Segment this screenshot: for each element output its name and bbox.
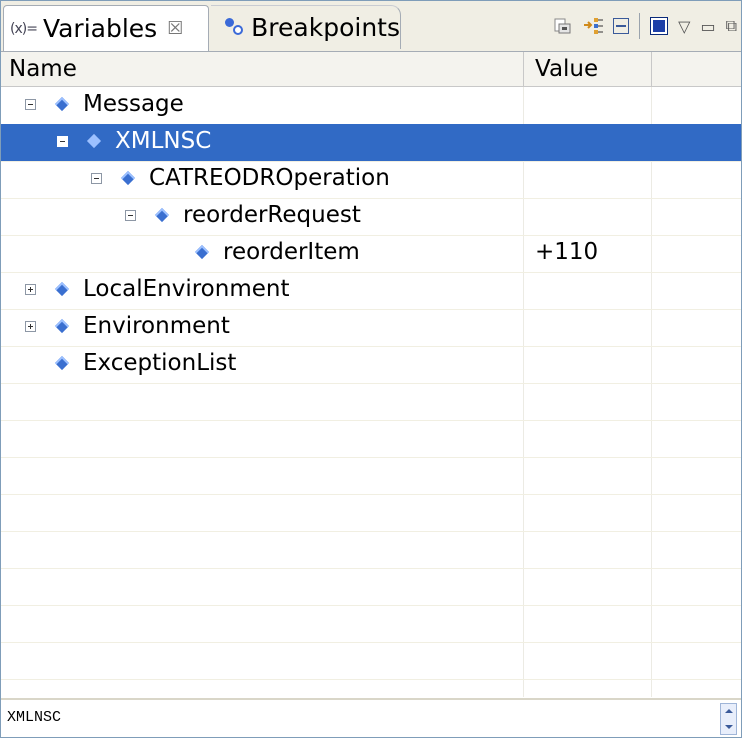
detail-text[interactable]: XMLNSC [7, 709, 61, 726]
variables-tree: Message XMLNSC CATREODROperation reorder… [1, 87, 741, 697]
breakpoints-icon [225, 17, 243, 38]
empty-row [1, 420, 741, 458]
view-menu-icon[interactable]: ▽ [678, 17, 690, 36]
column-value-header[interactable]: Value [535, 56, 598, 82]
empty-row [1, 383, 741, 421]
collapse-icon[interactable] [125, 210, 136, 221]
variable-node-icon [54, 281, 70, 297]
collapse-all-icon[interactable] [613, 18, 630, 34]
detail-scrollbar[interactable] [720, 703, 737, 735]
tree-row-environment[interactable]: Environment [1, 309, 741, 347]
empty-row [1, 605, 741, 643]
tree-row-message[interactable]: Message [1, 87, 741, 125]
variable-node-icon [54, 318, 70, 334]
tab-breakpoints-label: Breakpoints [251, 13, 400, 42]
variable-node-icon [54, 96, 70, 112]
show-logical-structure-icon[interactable] [583, 16, 604, 36]
show-type-names-icon[interactable] [553, 16, 573, 36]
tree-row-label: reorderRequest [183, 202, 361, 228]
close-icon[interactable]: ☒ [167, 18, 183, 39]
tree-row-label: Environment [83, 313, 230, 339]
detail-pane[interactable]: XMLNSC [1, 698, 741, 737]
empty-row [1, 531, 741, 569]
variable-node-icon [194, 244, 210, 260]
variable-node-icon [154, 207, 170, 223]
variable-node-icon [120, 170, 136, 186]
tree-row-xmlnsc[interactable]: XMLNSC [1, 124, 741, 162]
maximize-icon[interactable] [650, 17, 669, 35]
tree-row-label: LocalEnvironment [83, 276, 290, 302]
variables-icon: (x)= [10, 20, 38, 37]
tree-row-label: XMLNSC [115, 128, 212, 154]
tab-variables-label: Variables [42, 14, 158, 43]
view-tab-bar: (x)= Variables ☒ Breakpoints ▽ ▭ ⧉ [1, 1, 741, 52]
variable-node-icon [86, 133, 102, 149]
tree-row-label: Message [83, 91, 184, 117]
variables-view: (x)= Variables ☒ Breakpoints ▽ ▭ ⧉ Name … [0, 0, 742, 738]
column-header: Name Value [1, 52, 741, 87]
tree-row-catreodroperation[interactable]: CATREODROperation [1, 161, 741, 199]
collapse-icon[interactable] [91, 173, 102, 184]
empty-row [1, 494, 741, 532]
tree-row-value: +110 [535, 239, 599, 265]
column-divider[interactable] [523, 52, 524, 86]
tab-breakpoints[interactable]: Breakpoints [211, 5, 401, 49]
empty-row [1, 642, 741, 680]
tab-variables[interactable]: (x)= Variables ☒ [3, 5, 209, 51]
restore-icon[interactable]: ⧉ [726, 16, 737, 36]
collapse-icon[interactable] [57, 136, 68, 147]
minimize-icon[interactable]: ▭ [700, 17, 715, 36]
tree-row-label: reorderItem [223, 239, 360, 265]
tree-row-label: CATREODROperation [149, 165, 390, 191]
tree-row-exceptionlist[interactable]: ExceptionList [1, 346, 741, 384]
empty-row [1, 457, 741, 495]
toolbar-separator [639, 13, 641, 39]
tree-row-reorderrequest[interactable]: reorderRequest [1, 198, 741, 236]
tree-row-localenvironment[interactable]: LocalEnvironment [1, 272, 741, 310]
tree-row-label: ExceptionList [83, 350, 237, 376]
expand-icon[interactable] [25, 321, 36, 332]
view-toolbar: ▽ ▭ ⧉ [553, 13, 741, 39]
empty-row [1, 568, 741, 606]
column-divider[interactable] [651, 52, 652, 86]
variable-node-icon [54, 355, 70, 371]
tree-row-reorderitem[interactable]: reorderItem +110 [1, 235, 741, 273]
expand-icon[interactable] [25, 284, 36, 295]
collapse-icon[interactable] [25, 99, 36, 110]
column-name-header[interactable]: Name [9, 56, 77, 82]
